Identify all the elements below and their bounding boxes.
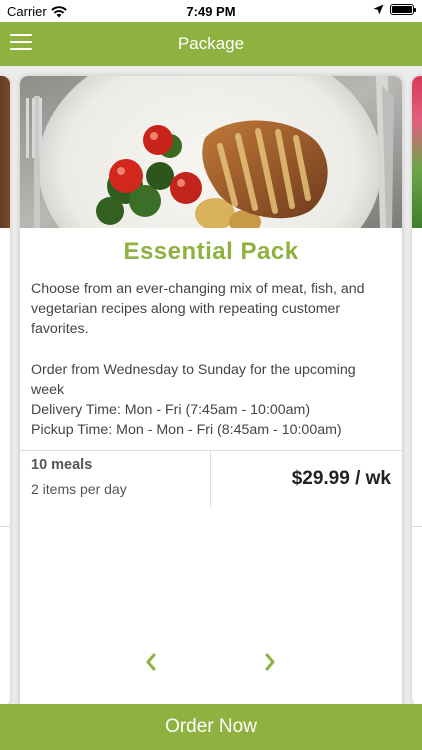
next-package-card[interactable]: [412, 76, 422, 706]
page-title: Package: [177, 34, 245, 53]
location-arrow-icon: [373, 4, 384, 15]
previous-package-card[interactable]: [0, 76, 10, 706]
divider: [210, 451, 211, 507]
description-text: Choose from an ever-changing mix of meat…: [31, 281, 365, 338]
order-now-button[interactable]: Order Now: [0, 704, 422, 750]
delivery-time-text: Delivery Time: Mon - Fri (7:45am - 10:00…: [31, 402, 311, 419]
divider: [20, 450, 402, 451]
package-price: $29.99 / wk: [291, 468, 391, 489]
status-icons: [373, 4, 416, 15]
next-package-image: [412, 76, 422, 228]
nav-bar: Package: [0, 22, 422, 66]
chevron-left-icon[interactable]: [143, 653, 159, 671]
items-per-day: 2 items per day: [31, 481, 127, 497]
previous-package-image: [0, 76, 10, 228]
chevron-right-icon[interactable]: [262, 653, 278, 671]
order-window-text: Order from Wednesday to Sunday for the u…: [31, 361, 356, 398]
pickup-time-text: Pickup Time: Mon - Mon - Fri (8:45am - 1…: [31, 422, 342, 439]
package-description: Choose from an ever-changing mix of meat…: [31, 279, 388, 440]
status-bar: Carrier 7:49 PM: [0, 0, 422, 22]
clock: 7:49 PM: [186, 4, 236, 19]
package-name: Essential Pack: [123, 238, 299, 265]
package-card: Essential Pack Choose from an ever-chang…: [20, 76, 402, 750]
package-food-image: [20, 76, 402, 228]
battery-icon: [390, 4, 416, 15]
meal-count: 10 meals: [31, 457, 93, 473]
